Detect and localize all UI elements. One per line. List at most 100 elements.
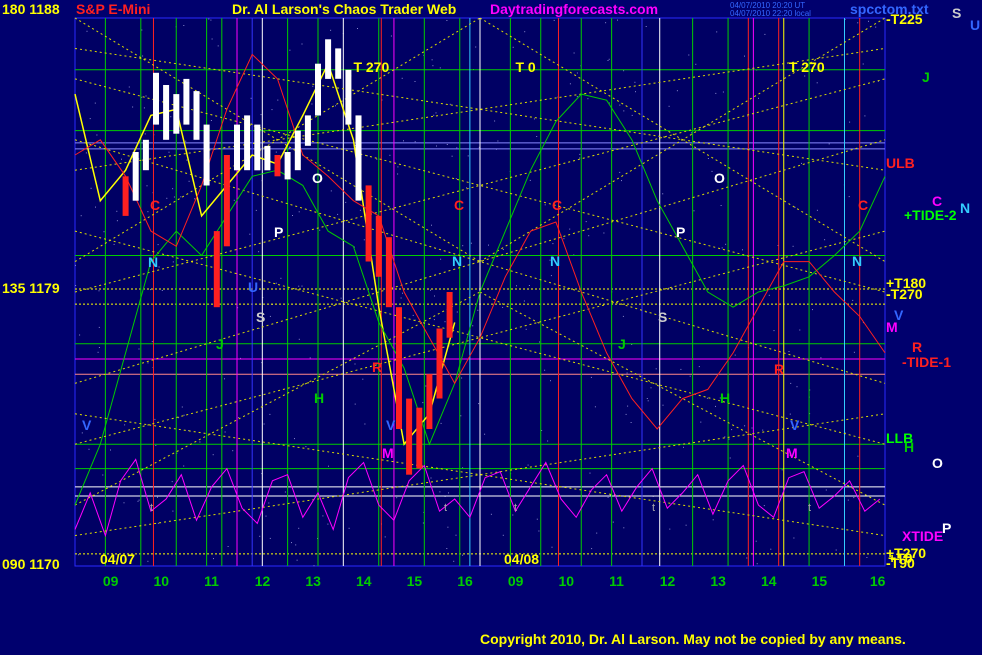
background-dot — [502, 249, 504, 250]
background-dot — [770, 548, 772, 550]
background-dot — [502, 306, 504, 308]
background-dot — [260, 114, 262, 116]
x-tick-label: 12 — [255, 573, 271, 589]
background-dot — [168, 151, 170, 153]
price-bar — [396, 307, 402, 429]
background-dot — [295, 544, 297, 546]
background-dot — [433, 114, 435, 116]
planet-marker: C — [858, 197, 868, 213]
y-label-top: 180 1188 — [2, 1, 60, 17]
background-dot — [527, 464, 529, 466]
background-dot — [123, 502, 125, 504]
background-dot — [764, 33, 766, 35]
background-dot — [305, 446, 307, 448]
background-dot — [812, 309, 813, 311]
right-label: H — [904, 439, 914, 455]
background-dot — [322, 515, 324, 517]
price-bar — [132, 152, 139, 201]
planet-marker: N — [148, 254, 158, 270]
background-dot — [292, 215, 293, 216]
background-dot — [455, 534, 457, 536]
background-dot — [676, 90, 678, 92]
background-dot — [95, 206, 96, 208]
price-bar — [365, 185, 372, 262]
background-dot — [490, 513, 492, 515]
planet-marker: V — [82, 417, 92, 433]
background-dot — [172, 510, 174, 512]
background-dot — [86, 30, 88, 32]
right-label: -T90 — [886, 555, 915, 571]
background-dot — [269, 315, 271, 317]
background-dot — [794, 206, 796, 208]
x-tick-label: 15 — [812, 573, 828, 589]
background-dot — [720, 205, 722, 206]
x-tick-label: 14 — [761, 573, 777, 589]
background-dot — [150, 289, 151, 291]
background-dot — [172, 188, 174, 190]
background-dot — [98, 326, 100, 328]
background-dot — [623, 527, 625, 529]
background-dot — [435, 112, 437, 114]
background-dot — [596, 532, 598, 534]
background-dot — [617, 19, 618, 21]
background-dot — [313, 565, 315, 567]
background-dot — [512, 514, 514, 516]
background-dot — [622, 315, 624, 317]
background-dot — [544, 369, 546, 371]
background-dot — [875, 26, 877, 28]
background-dot — [389, 154, 391, 156]
background-dot — [579, 157, 581, 159]
background-dot — [528, 285, 530, 286]
price-bar — [142, 139, 149, 171]
planet-marker: V — [386, 417, 396, 433]
background-dot — [144, 133, 146, 135]
background-dot — [376, 158, 378, 160]
background-dot — [680, 368, 682, 370]
background-dot — [364, 423, 366, 425]
background-dot — [147, 362, 149, 364]
background-dot — [147, 211, 149, 213]
background-dot — [294, 438, 295, 440]
background-dot — [497, 140, 499, 142]
right-label: XTIDE — [902, 528, 943, 544]
background-dot — [706, 397, 708, 399]
x-tick-label: 11 — [609, 573, 624, 589]
price-bar — [122, 176, 129, 216]
planet-marker: V — [790, 417, 800, 433]
background-dot — [683, 446, 684, 448]
background-dot — [186, 159, 188, 161]
planet-marker: N — [852, 253, 862, 269]
chart-canvas: 09 10 11 12 13 14 15 16 09 10 11 12 13 14 15 16 T 270 T 0… — [0, 0, 982, 650]
background-dot — [185, 140, 187, 142]
background-dot — [390, 35, 392, 37]
background-dot — [224, 378, 225, 380]
background-dot — [88, 448, 90, 450]
background-dot — [751, 427, 753, 429]
background-dot — [455, 178, 457, 180]
planet-marker: S — [658, 309, 667, 325]
background-dot — [211, 38, 213, 40]
chaos-trader-chart: 09 10 11 12 13 14 15 16 09 10 11 12 13 14 15 16 T 270 T 0… — [0, 0, 982, 650]
background-dot — [138, 348, 140, 350]
price-bar — [183, 78, 190, 125]
background-dot — [80, 215, 82, 217]
background-dot — [852, 299, 854, 301]
website-link[interactable]: Daytradingforecasts.com — [490, 1, 658, 17]
background-dot — [646, 398, 648, 399]
background-dot — [502, 534, 504, 536]
background-dot — [446, 548, 448, 549]
x-tick-label: 16 — [457, 573, 473, 589]
planet-marker: H — [720, 390, 730, 406]
planet-marker: C — [552, 197, 562, 213]
background-dot — [623, 70, 625, 72]
background-dot — [128, 86, 130, 88]
background-dot — [172, 261, 174, 263]
background-dot — [589, 472, 591, 474]
price-bar — [416, 407, 423, 469]
background-dot — [576, 96, 578, 98]
background-dot — [110, 449, 111, 451]
right-label: ULB — [886, 155, 915, 171]
background-dot — [590, 376, 592, 378]
background-dot — [849, 121, 851, 123]
background-dot — [792, 245, 794, 247]
